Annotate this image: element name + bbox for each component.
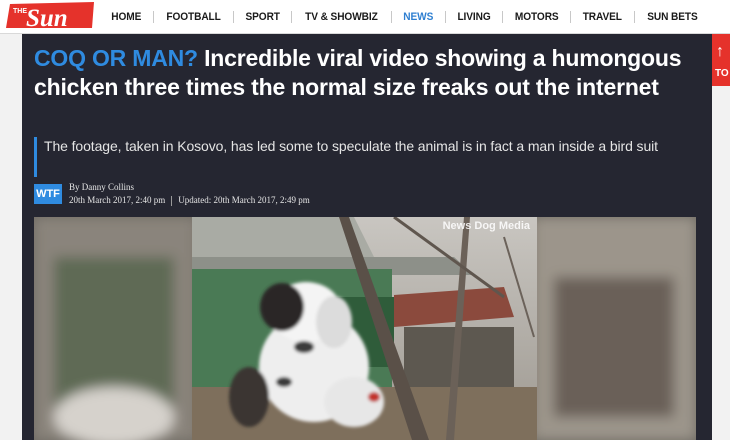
date-divider (171, 195, 173, 206)
author-link[interactable]: By Danny Collins (69, 182, 134, 193)
published-date: 20th March 2017, 2:40 pm (69, 195, 166, 205)
logo-big-text: Sun (26, 5, 68, 31)
nav-separator (501, 10, 503, 23)
nav-item-football[interactable]: FOOTBALL (157, 10, 230, 24)
page-gutter-right (712, 34, 730, 440)
nav-separator (390, 10, 392, 23)
nav-item-sport[interactable]: SPORT (236, 10, 289, 24)
video-player[interactable]: News Dog Media (34, 217, 696, 440)
nav-separator (232, 10, 234, 23)
back-to-top-button[interactable]: ↑ TO (712, 34, 730, 86)
publish-dates: 20th March 2017, 2:40 pm Updated: 20th M… (69, 195, 310, 206)
nav-separator (444, 10, 446, 23)
nav-item-home[interactable]: HOME (102, 10, 150, 24)
section-badge[interactable]: WTF (34, 184, 62, 204)
sun-logo[interactable]: THE Sun (4, 1, 96, 31)
page-gutter-left (0, 34, 22, 440)
video-frame (34, 217, 696, 440)
byline: WTF By Danny Collins 20th March 2017, 2:… (34, 182, 434, 206)
arrow-up-icon: ↑ (716, 43, 724, 60)
nav-item-motors[interactable]: MOTORS (505, 10, 567, 24)
nav-separator (152, 10, 154, 23)
nav-separator (291, 10, 293, 23)
updated-date: Updated: 20th March 2017, 2:49 pm (178, 195, 310, 205)
headline-kicker: COQ OR MAN? (34, 45, 198, 71)
nav-item-sun-bets[interactable]: SUN BETS (638, 10, 707, 24)
nav-separator (570, 10, 572, 23)
nav-separator (633, 10, 635, 23)
nav-item-travel[interactable]: TRAVEL (574, 10, 632, 24)
nav-item-news[interactable]: NEWS (394, 10, 442, 24)
standfirst: The footage, taken in Kosovo, has led so… (34, 137, 702, 177)
video-watermark: News Dog Media (442, 220, 530, 232)
article-headline: COQ OR MAN? Incredible viral video showi… (34, 44, 694, 102)
back-to-top-label: TO (715, 68, 729, 79)
top-nav: THE Sun HOME FOOTBALL SPORT TV & SHOWBIZ NEW… (0, 0, 730, 34)
standfirst-text: The footage, taken in Kosovo, has led so… (44, 138, 658, 154)
nav-item-tv-showbiz[interactable]: TV & SHOWBIZ (296, 10, 387, 24)
nav-menu: HOME FOOTBALL SPORT TV & SHOWBIZ NEWS LIVING M… (100, 0, 710, 33)
nav-item-living[interactable]: LIVING (448, 10, 500, 24)
